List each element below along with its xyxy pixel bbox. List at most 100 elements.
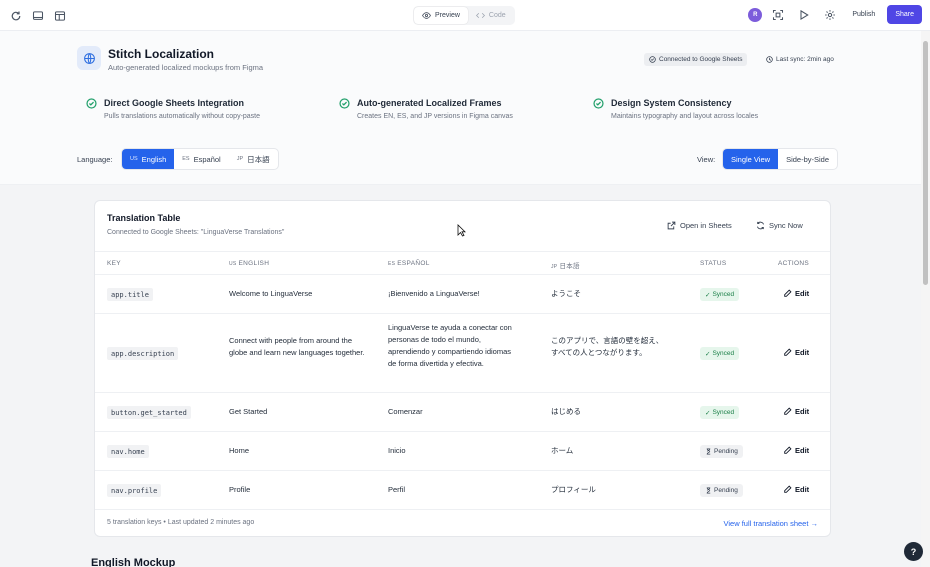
feature-desc: Creates EN, ES, and JP versions in Figma… <box>357 113 513 120</box>
language-option-english[interactable]: US English <box>122 149 175 169</box>
preview-code-toggle: Preview Code <box>413 6 515 25</box>
language-option-japanese[interactable]: JP 日本語 <box>229 149 278 169</box>
open-in-sheets-label: Open in Sheets <box>680 221 732 230</box>
edit-label: Edit <box>795 446 810 455</box>
view-option-single[interactable]: Single View <box>723 149 779 169</box>
toolbar-right: R Publish Share <box>748 5 922 24</box>
flag-code: US <box>229 261 237 267</box>
edit-button[interactable]: Edit <box>783 287 809 300</box>
spanish-cell: Perfil <box>388 485 406 494</box>
english-cell: Connect with people from around the glob… <box>229 336 365 357</box>
flag-code: US <box>130 156 138 162</box>
view-full-sheet-link[interactable]: View full translation sheet → <box>724 519 819 528</box>
check-icon: ✓ <box>705 409 711 417</box>
translation-key: nav.home <box>107 445 149 458</box>
english-cell: Profile <box>229 485 251 494</box>
connection-status-text: Connected to Google Sheets <box>659 56 743 63</box>
japanese-cell: このアプリで、言語の壁を超え、すべての人とつながります。 <box>551 336 664 357</box>
gear-icon[interactable] <box>820 5 840 24</box>
language-option-label: 日本語 <box>247 154 270 164</box>
feature-title: Auto-generated Localized Frames <box>357 98 502 108</box>
japanese-cell: はじめる <box>551 407 581 416</box>
check-circle-icon <box>86 98 97 109</box>
tab-code[interactable]: Code <box>468 7 514 24</box>
column-japanese: JP 日本語 <box>551 260 580 270</box>
eye-icon <box>422 12 431 19</box>
monitor-icon[interactable] <box>28 6 48 25</box>
check-circle-icon <box>649 56 656 63</box>
hourglass-icon <box>706 448 711 455</box>
status-text: Synced <box>712 350 735 357</box>
edit-label: Edit <box>795 485 810 494</box>
translation-key: app.description <box>107 347 179 360</box>
open-in-sheets-button[interactable]: Open in Sheets <box>667 217 732 234</box>
language-option-label: Español <box>193 154 221 164</box>
english-cell: Get Started <box>229 407 268 416</box>
check-circle-icon <box>593 98 604 109</box>
scan-icon[interactable] <box>768 5 788 24</box>
tab-preview-label: Preview <box>435 12 460 19</box>
pencil-icon <box>784 289 792 297</box>
view-selector: Single View Side-by-Side <box>722 148 839 170</box>
clock-icon <box>766 56 773 63</box>
status-text: Synced <box>712 409 735 416</box>
code-icon <box>475 12 485 19</box>
feature-desc: Maintains typography and layout across l… <box>611 113 759 120</box>
pencil-icon <box>784 446 792 454</box>
last-sync: Last sync: 2min ago <box>766 53 834 66</box>
check-icon: ✓ <box>705 350 711 358</box>
tab-code-label: Code <box>488 12 506 19</box>
toolbar-left <box>6 6 70 25</box>
language-selector: US English ES Español JP 日本語 <box>121 148 279 170</box>
edit-button[interactable]: Edit <box>783 346 809 359</box>
connection-status-badge: Connected to Google Sheets <box>644 53 748 66</box>
publish-button[interactable]: Publish <box>846 5 881 24</box>
view-label: View: <box>697 155 716 164</box>
japanese-cell: ようこそ <box>551 289 581 298</box>
flag-code: JP <box>236 156 244 162</box>
table-row: app.title Welcome to LinguaVerse ¡Bienve… <box>95 275 830 314</box>
table-row: nav.profile Profile Perfil プロフィール Pendin… <box>95 471 830 510</box>
language-option-spanish[interactable]: ES Español <box>174 149 228 169</box>
column-spanish-label: ESPAÑOL <box>397 260 430 267</box>
column-status: STATUS <box>700 260 727 267</box>
share-button[interactable]: Share <box>887 5 922 24</box>
column-actions: ACTIONS <box>778 260 809 267</box>
status-badge: Pending <box>700 484 743 497</box>
status-text: Pending <box>714 487 738 494</box>
card-subtitle: Connected to Google Sheets: "LinguaVerse… <box>107 229 285 236</box>
feature-title: Direct Google Sheets Integration <box>104 98 245 108</box>
layout-icon[interactable] <box>50 6 70 25</box>
page-title: Stitch Localization <box>108 47 215 61</box>
edit-label: Edit <box>795 348 810 357</box>
external-link-icon <box>667 221 676 230</box>
status-badge: ✓ Synced <box>700 288 740 301</box>
view-option-side-by-side[interactable]: Side-by-Side <box>778 149 837 169</box>
status-badge: Pending <box>700 445 743 458</box>
sync-icon <box>756 221 765 230</box>
refresh-icon[interactable] <box>6 6 26 25</box>
edit-button[interactable]: Edit <box>783 444 809 457</box>
pencil-icon <box>784 348 792 356</box>
help-button[interactable]: ? <box>904 542 923 561</box>
edit-button[interactable]: Edit <box>783 483 809 496</box>
sync-now-button[interactable]: Sync Now <box>756 217 803 234</box>
flag-code: ES <box>182 156 190 162</box>
scrollbar-thumb[interactable] <box>923 41 928 285</box>
hourglass-icon <box>706 487 711 494</box>
card-title: Translation Table <box>107 213 181 223</box>
play-icon[interactable] <box>794 5 814 24</box>
flag-code: ES <box>388 261 396 267</box>
feature-title: Design System Consistency <box>611 98 732 108</box>
page-subtitle: Auto-generated localized mockups from Fi… <box>108 63 264 72</box>
spanish-cell: LinguaVerse te ayuda a conectar con pers… <box>388 323 512 368</box>
english-cell: Home <box>229 446 250 455</box>
language-option-label: English <box>141 154 167 164</box>
edit-button[interactable]: Edit <box>783 405 809 418</box>
table-row: nav.home Home Inicio ホーム Pending Edit <box>95 432 830 471</box>
translation-key: button.get_started <box>107 406 191 419</box>
tab-preview[interactable]: Preview <box>414 7 468 24</box>
avatar[interactable]: R <box>748 7 763 22</box>
translation-key: nav.profile <box>107 484 162 497</box>
column-key: KEY <box>107 260 121 267</box>
